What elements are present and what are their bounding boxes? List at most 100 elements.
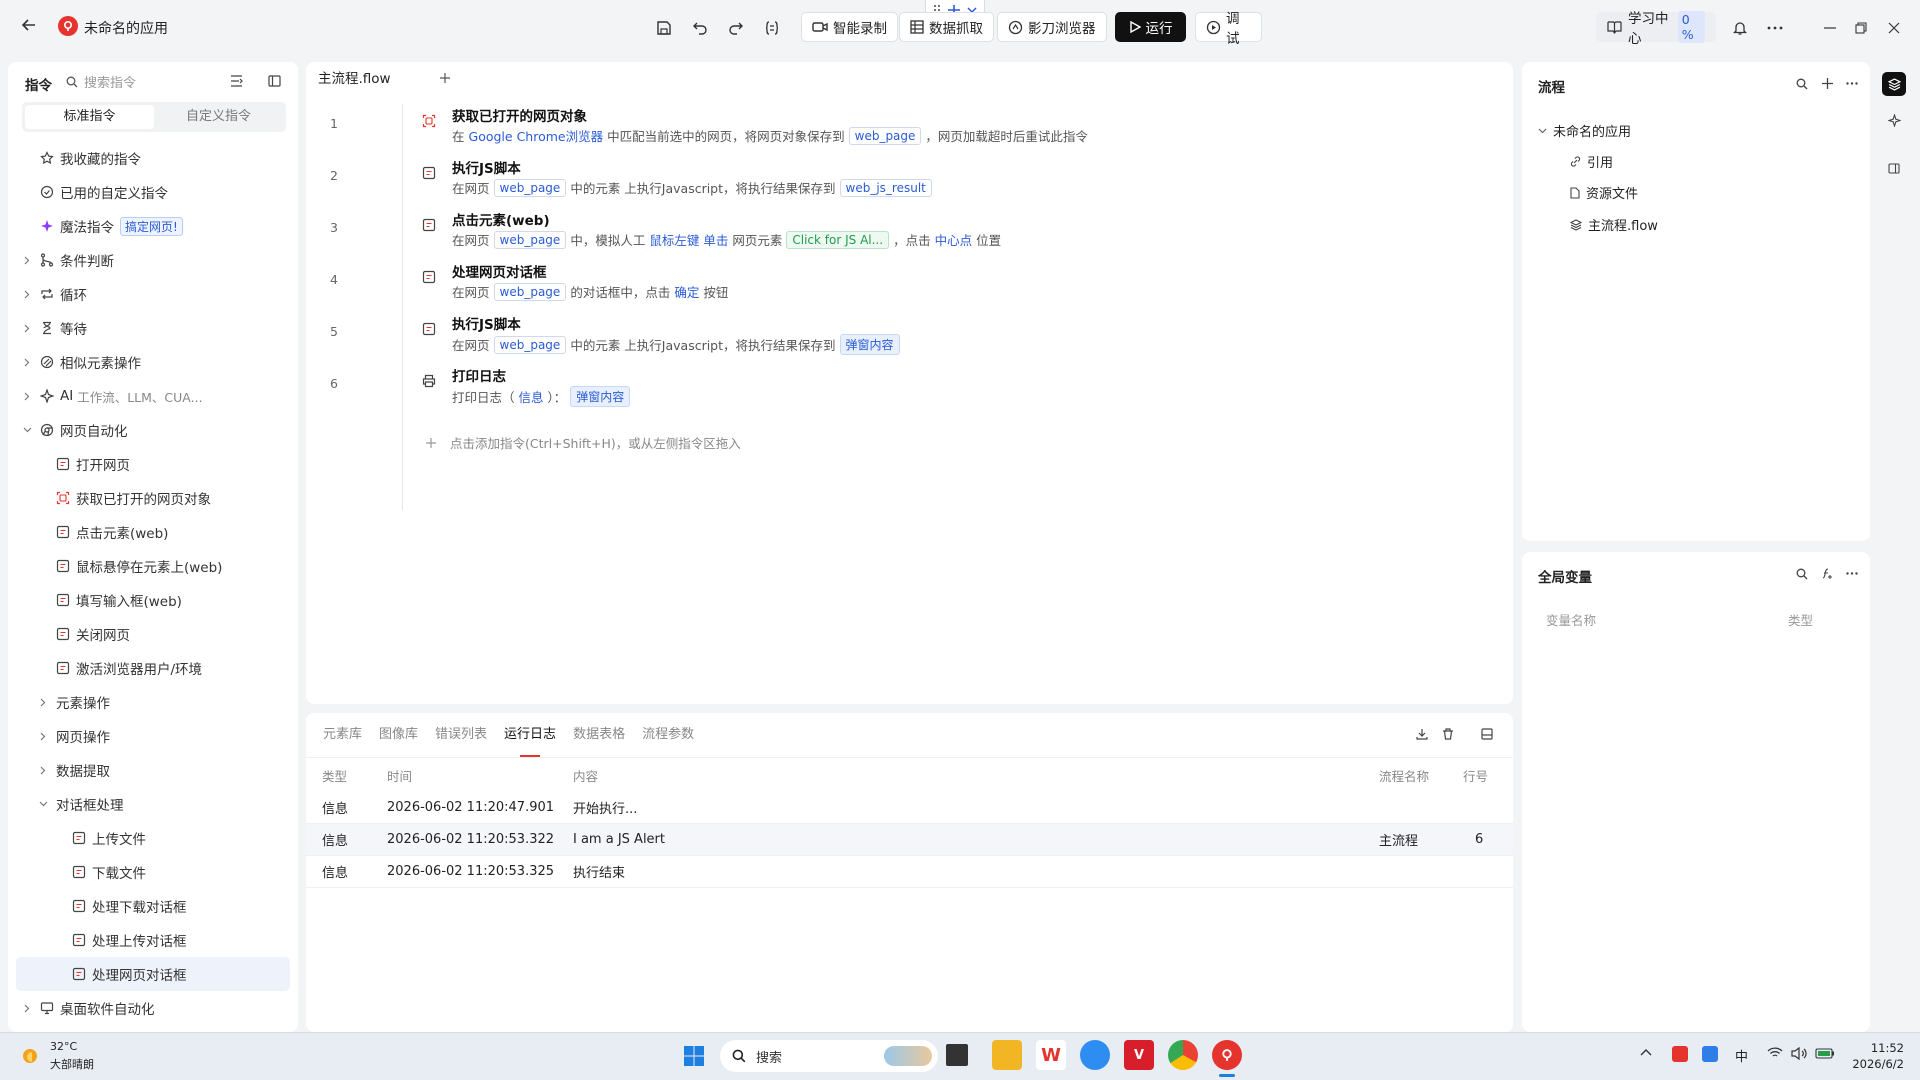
sidebar-toggle-icon[interactable] <box>268 75 281 87</box>
chevron-right-icon[interactable] <box>20 392 34 401</box>
browser-button[interactable]: 影刀浏览器 <box>997 12 1107 42</box>
wps-icon[interactable]: W <box>1036 1040 1066 1070</box>
bottom-tab[interactable]: 数据表格 <box>573 713 625 757</box>
more-icon[interactable] <box>1760 13 1790 43</box>
variables-icon[interactable] <box>757 13 787 43</box>
tree-root[interactable]: 未命名的应用 <box>1538 121 1631 140</box>
redo-icon[interactable] <box>721 13 751 43</box>
command-item[interactable]: 已用的自定义指令 <box>8 175 298 209</box>
file-explorer-icon[interactable] <box>992 1040 1022 1070</box>
rail-ai-sparkle-icon[interactable] <box>1884 110 1904 130</box>
step-param[interactable]: 中心点 <box>935 230 973 249</box>
bottom-tab[interactable]: 流程参数 <box>642 713 694 757</box>
tree-item-reference[interactable]: 引用 <box>1570 152 1613 171</box>
tray-chevron-up-icon[interactable] <box>1640 1048 1652 1056</box>
command-item[interactable]: 对话框处理 <box>8 787 298 821</box>
step-param[interactable]: web_page <box>493 335 567 354</box>
windows-start-icon[interactable] <box>681 1043 707 1069</box>
red-app-icon[interactable]: V <box>1124 1040 1154 1070</box>
command-item[interactable]: 数据提取 <box>8 753 298 787</box>
undo-icon[interactable] <box>685 13 715 43</box>
bottom-tab[interactable]: 元素库 <box>323 713 362 757</box>
run-button[interactable]: 运行 <box>1115 12 1186 42</box>
browser-app-icon[interactable] <box>1080 1040 1110 1070</box>
command-item[interactable]: 上传文件 <box>8 821 298 855</box>
command-item[interactable]: 元素操作 <box>8 685 298 719</box>
trash-icon[interactable] <box>1442 728 1454 740</box>
bottom-tab[interactable]: 错误列表 <box>435 713 487 757</box>
debug-button[interactable]: 调试 <box>1195 11 1262 47</box>
close-icon[interactable] <box>1879 13 1909 43</box>
chevron-right-icon[interactable] <box>36 698 50 707</box>
rail-panel-icon[interactable] <box>1884 158 1904 178</box>
magic-badge[interactable]: 搞定网页! <box>120 216 183 236</box>
step-param[interactable]: 鼠标左键 <box>649 230 699 249</box>
step-param[interactable]: 确定 <box>674 282 699 301</box>
tray-blue-app-icon[interactable] <box>1702 1046 1718 1062</box>
tray-app-icon[interactable] <box>1672 1046 1688 1062</box>
command-item[interactable]: 打开网页 <box>8 447 298 481</box>
bottom-tab[interactable]: 运行日志 <box>504 713 556 757</box>
step-param[interactable]: web_page <box>848 126 922 145</box>
log-row[interactable]: 信息 2026-06-02 11:20:53.325 执行结束 <box>306 856 1513 888</box>
command-item[interactable]: 点击元素(web) <box>8 515 298 549</box>
chrome-icon[interactable] <box>1168 1040 1198 1070</box>
step-param[interactable]: Click for JS Al... <box>786 230 890 249</box>
save-icon[interactable] <box>649 13 679 43</box>
chevron-down-icon[interactable] <box>20 427 34 433</box>
flow-step[interactable]: 1 获取已打开的网页对象在 Google Chrome浏览器 中匹配当前选中的网页，将… <box>306 100 1513 152</box>
command-item[interactable]: 网页自动化 <box>8 413 298 447</box>
flow-step[interactable]: 2 执行JS脚本 在网页 web_page 中的元素 上执行Javascript，将执行… <box>306 152 1513 204</box>
step-param[interactable]: web_page <box>493 178 567 197</box>
chevron-right-icon[interactable] <box>20 358 34 367</box>
panel-layout-icon[interactable] <box>1481 728 1493 740</box>
vars-search-icon[interactable] <box>1796 568 1808 580</box>
bottom-tab[interactable]: 图像库 <box>379 713 418 757</box>
restore-icon[interactable] <box>1846 13 1876 43</box>
step-param[interactable]: 弹窗内容 <box>839 334 900 355</box>
flow-step[interactable]: 3 点击元素(web) 在网页 web_page 中，模拟人工 鼠标左键 单击 网页元素 Cli… <box>306 204 1513 256</box>
back-arrow-icon[interactable] <box>18 14 40 36</box>
command-search[interactable]: 搜索指令 <box>66 72 136 91</box>
command-item[interactable]: 相似元素操作 <box>8 345 298 379</box>
battery-icon[interactable] <box>1815 1048 1835 1059</box>
step-param[interactable]: 信息 <box>519 387 544 406</box>
flow-search-icon[interactable] <box>1796 78 1808 90</box>
chevron-down-icon[interactable] <box>36 801 50 807</box>
taskbar-search[interactable]: 搜索 <box>720 1040 938 1072</box>
bell-icon[interactable] <box>1725 13 1755 43</box>
ime-indicator[interactable]: 中 <box>1735 1046 1748 1065</box>
tree-item-resources[interactable]: 资源文件 <box>1570 183 1638 202</box>
chevron-right-icon[interactable] <box>20 290 34 299</box>
commands-tab[interactable]: 指令 <box>25 74 52 94</box>
minimize-icon[interactable] <box>1815 13 1845 43</box>
command-item[interactable]: 激活浏览器用户/环境 <box>8 651 298 685</box>
log-row[interactable]: 信息 2026-06-02 11:20:53.322 I am a JS Alert… <box>306 824 1513 856</box>
command-item[interactable]: AI 工作流、LLM、CUA... <box>8 379 298 413</box>
command-item[interactable]: 下载文件 <box>8 855 298 889</box>
flow-step[interactable]: 6 打印日志 打印日志（ 信息）： 弹窗内容 <box>306 360 1513 412</box>
standard-commands-tab[interactable]: 标准指令 <box>25 105 154 129</box>
flow-more-icon[interactable] <box>1846 82 1858 85</box>
flow-step[interactable]: 5 执行JS脚本 在网页 web_page 中的元素 上执行Javascript，将执行… <box>306 308 1513 360</box>
export-log-icon[interactable] <box>1416 728 1428 740</box>
command-item[interactable]: 网页操作 <box>8 719 298 753</box>
flow-step[interactable]: 4 处理网页对话框 在网页 web_page 的对话框中，点击 确定 按钮 <box>306 256 1513 308</box>
command-item[interactable]: 填写输入框(web) <box>8 583 298 617</box>
step-param[interactable]: web_page <box>493 282 567 301</box>
tree-item-main-flow[interactable]: 主流程.flow <box>1570 215 1658 234</box>
add-variable-icon[interactable] <box>1821 567 1834 580</box>
command-item[interactable]: 条件判断 <box>8 243 298 277</box>
command-item[interactable]: 循环 <box>8 277 298 311</box>
command-item[interactable]: 获取已打开的网页对象 <box>8 481 298 515</box>
command-item[interactable]: 关闭网页 <box>8 617 298 651</box>
custom-commands-tab[interactable]: 自定义指令 <box>154 105 283 129</box>
vars-more-icon[interactable] <box>1846 572 1858 575</box>
editor-tab-main-flow[interactable]: 主流程.flow <box>306 62 428 94</box>
command-item[interactable]: 我收藏的指令 <box>8 141 298 175</box>
command-item[interactable]: 处理网页对话框 <box>16 957 290 991</box>
volume-icon[interactable] <box>1791 1047 1807 1060</box>
step-param[interactable]: web_js_result <box>839 178 932 197</box>
learning-center-button[interactable]: 学习中心 0 % <box>1596 11 1716 47</box>
chevron-right-icon[interactable] <box>20 324 34 333</box>
